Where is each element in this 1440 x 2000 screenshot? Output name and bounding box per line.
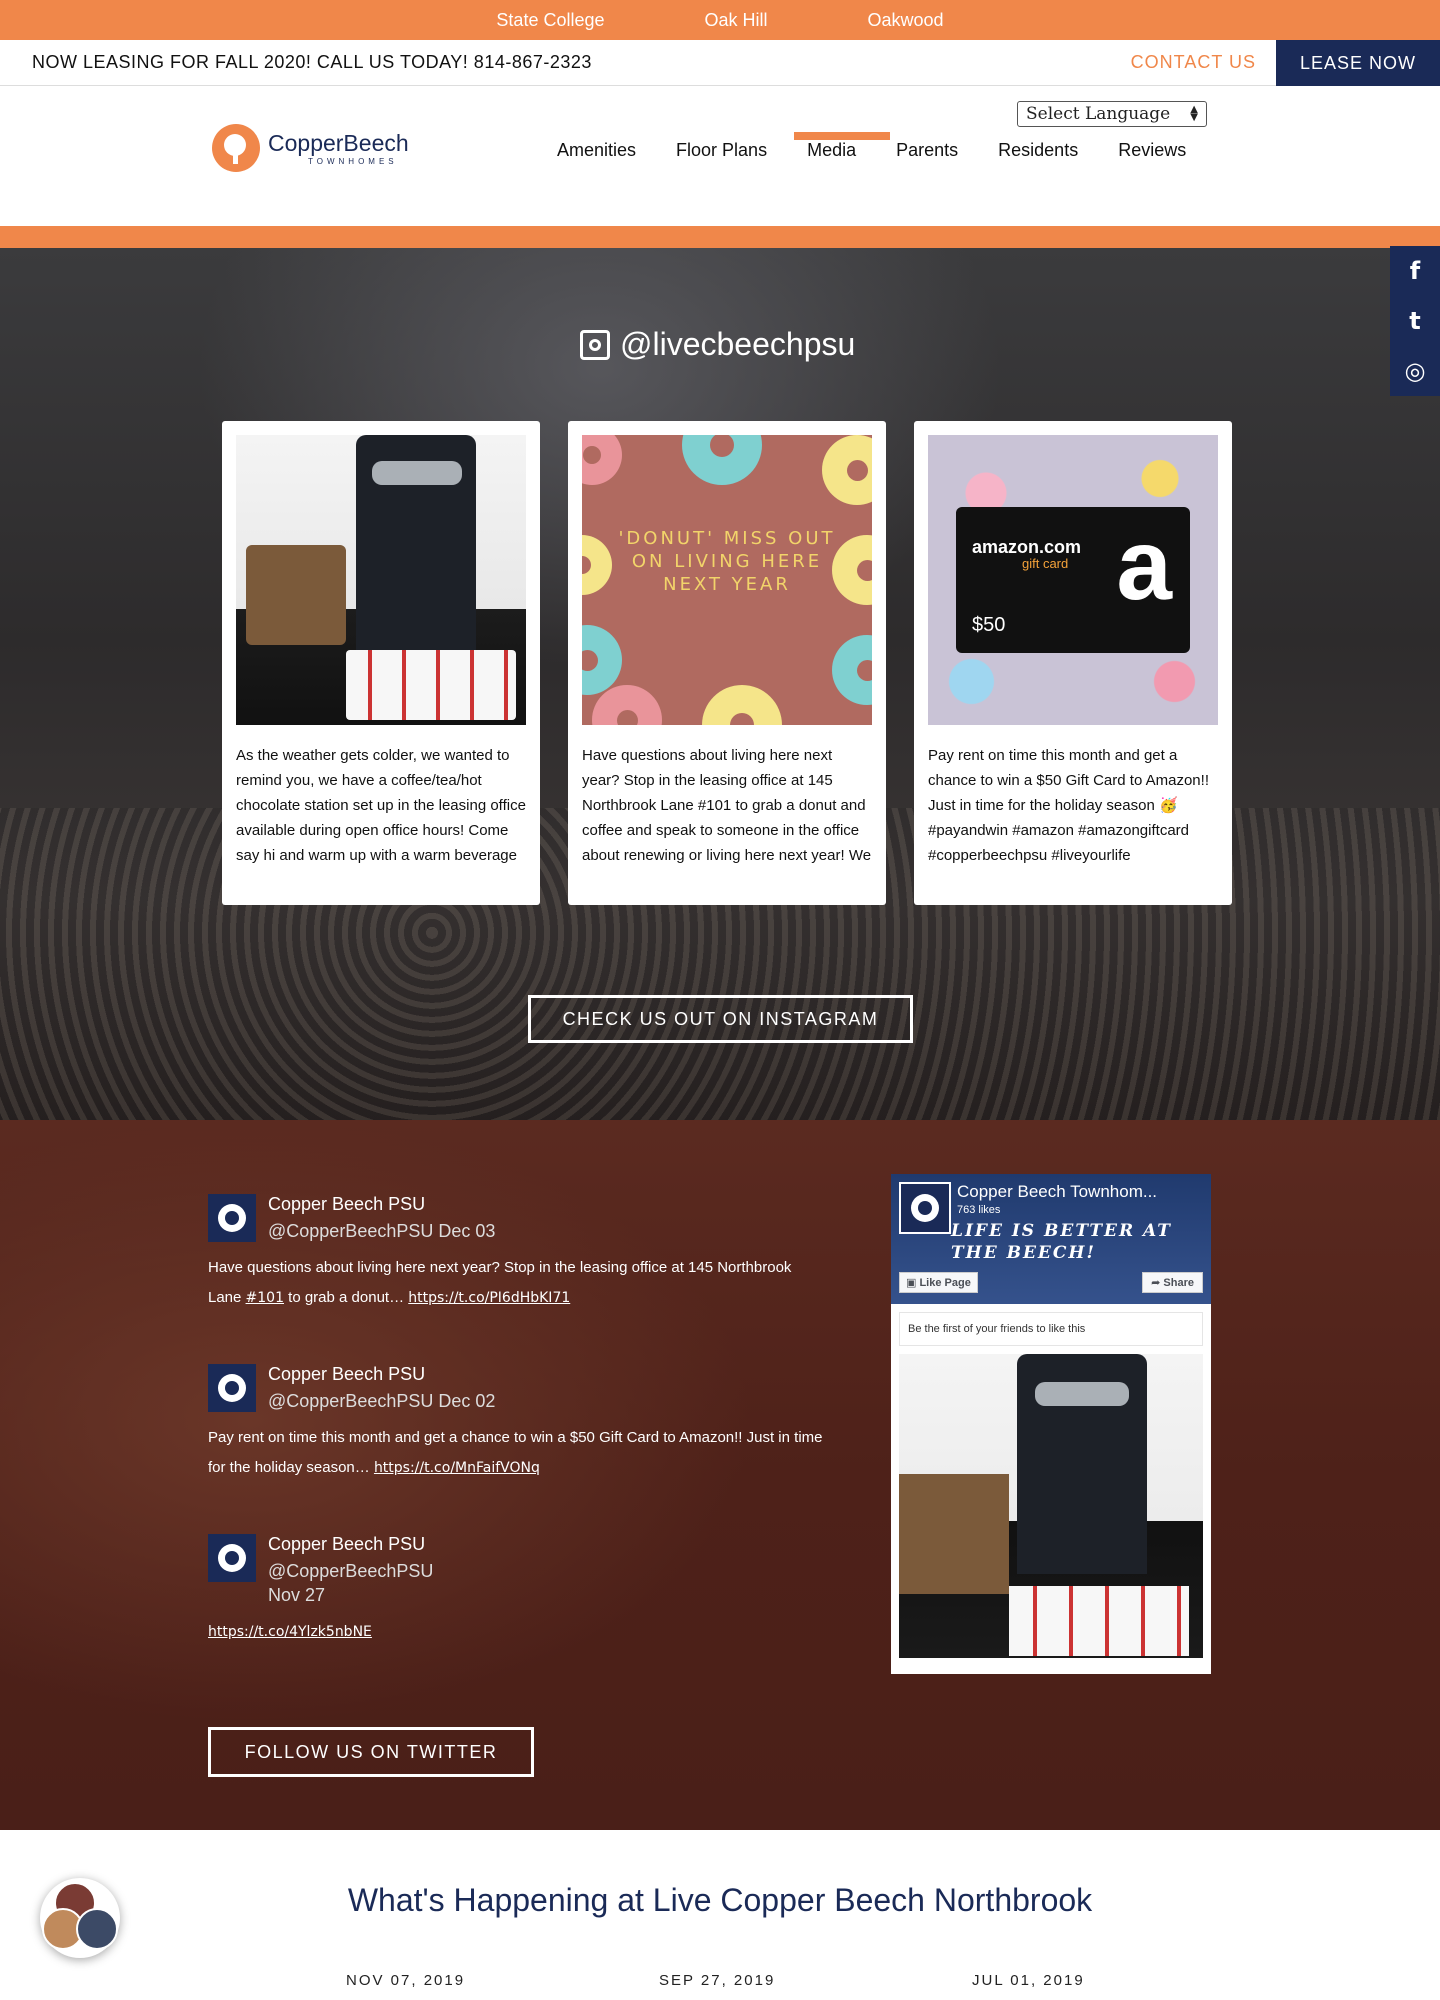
leasing-message: NOW LEASING FOR FALL 2020! CALL US TODAY… xyxy=(32,52,592,72)
tweet-date: Dec 02 xyxy=(438,1391,496,1411)
instagram-post-caption: Have questions about living here next ye… xyxy=(582,747,872,864)
instagram-post-caption: Pay rent on time this month and get a ch… xyxy=(928,747,1209,864)
facebook-like-count: 763 likes xyxy=(957,1204,1001,1216)
instagram-post[interactable]: amazon.com gift card a $50 Pay rent on ti… xyxy=(914,421,1232,905)
language-select-value: Select Language xyxy=(1026,104,1171,124)
twitter-section: Copper Beech PSU @CopperBeechPSU Dec 03 … xyxy=(0,1120,1440,1830)
main-nav: Amenities Floor Plans Media Parents Resi… xyxy=(557,140,1226,161)
instagram-handle-text: @livecbeechpsu xyxy=(620,326,856,362)
tweet-handle[interactable]: @CopperBeechPSU xyxy=(268,1391,433,1411)
event-date: JUL 01, 2019 xyxy=(972,1972,1085,1989)
instagram-cta-button[interactable]: CHECK US OUT ON INSTAGRAM xyxy=(528,995,913,1043)
tweet: Copper Beech PSU @CopperBeechPSU Dec 02 … xyxy=(208,1364,828,1483)
facebook-page-avatar[interactable] xyxy=(899,1182,951,1234)
avatar[interactable] xyxy=(208,1364,256,1412)
tweet-date: Nov 27 xyxy=(268,1585,326,1605)
tweet-author: Copper Beech PSU xyxy=(268,1534,426,1554)
tweet-hashtag[interactable]: #101 xyxy=(246,1290,284,1306)
facebook-page-widget: Copper Beech Townhom... 763 likes LIFE I… xyxy=(891,1174,1211,1674)
instagram-icon xyxy=(580,329,610,360)
facebook-cover-slogan: LIFE IS BETTER AT THE BEECH! xyxy=(951,1221,1172,1263)
logo-name: CopperBeech xyxy=(268,130,409,156)
location-link-oak-hill[interactable]: Oak Hill xyxy=(705,10,768,31)
instagram-icon[interactable]: ◎ xyxy=(1405,357,1426,385)
donut-graphic-image: 'DONUT' MISS OUT ON LIVING HERE NEXT YEA… xyxy=(582,435,872,725)
instagram-handle[interactable]: @livecbeechpsu xyxy=(580,326,855,363)
tweet-date: Dec 03 xyxy=(438,1221,496,1241)
header-divider xyxy=(0,226,1440,248)
tweet-author: Copper Beech PSU xyxy=(268,1364,426,1384)
nav-media[interactable]: Media xyxy=(807,140,856,161)
gift-card-brand: amazon.com xyxy=(972,537,1082,557)
tweet-handle[interactable]: @CopperBeechPSU xyxy=(268,1221,433,1241)
logo-subtitle: TOWNHOMES xyxy=(308,157,398,166)
tweet: Copper Beech PSU @CopperBeechPSU Dec 03 … xyxy=(208,1194,828,1313)
language-select[interactable]: Select Language ▲ ▼ xyxy=(1017,101,1207,127)
tweet: Copper Beech PSU @CopperBeechPSU Nov 27 … xyxy=(208,1534,828,1647)
tree-logo-icon xyxy=(212,124,260,172)
chat-widget-button[interactable] xyxy=(40,1878,120,1958)
select-arrows-icon: ▲ ▼ xyxy=(1190,104,1198,123)
twitter-follow-button[interactable]: FOLLOW US ON TWITTER xyxy=(208,1727,534,1777)
avatar[interactable] xyxy=(208,1534,256,1582)
facebook-page-title[interactable]: Copper Beech Townhom... xyxy=(957,1182,1157,1202)
gift-card-subtitle: gift card xyxy=(1022,556,1069,571)
location-bar: State College Oak Hill Oakwood xyxy=(0,0,1440,40)
like-icon: ▣ xyxy=(906,1277,920,1289)
facebook-cover: Copper Beech Townhom... 763 likes LIFE I… xyxy=(891,1174,1211,1304)
share-button-label: Share xyxy=(1163,1277,1194,1289)
nav-residents[interactable]: Residents xyxy=(998,140,1078,161)
gift-card: amazon.com gift card a $50 xyxy=(956,507,1190,653)
share-icon: ➦ xyxy=(1151,1277,1164,1289)
coffee-station-image xyxy=(236,435,526,725)
instagram-post[interactable]: 'DONUT' MISS OUT ON LIVING HERE NEXT YEA… xyxy=(568,421,886,905)
facebook-friends-note: Be the first of your friends to like thi… xyxy=(899,1312,1203,1346)
site-header: CopperBeech TOWNHOMES Select Language ▲ ▼… xyxy=(0,86,1440,226)
like-button-label: Like Page xyxy=(919,1277,971,1289)
gift-card-amount: $50 xyxy=(972,614,1006,636)
nav-amenities[interactable]: Amenities xyxy=(557,140,636,161)
event-date: NOV 07, 2019 xyxy=(346,1972,466,1989)
instagram-section: @livecbeechpsu As the weather gets colde… xyxy=(0,248,1440,1120)
nav-reviews[interactable]: Reviews xyxy=(1118,140,1186,161)
leasing-bar: NOW LEASING FOR FALL 2020! CALL US TODAY… xyxy=(0,40,1440,86)
avatar[interactable] xyxy=(208,1194,256,1242)
nav-active-indicator xyxy=(794,132,890,140)
facebook-icon[interactable]: f xyxy=(1410,257,1420,285)
instagram-post[interactable]: As the weather gets colder, we wanted to… xyxy=(222,421,540,905)
facebook-like-button[interactable]: ▣ Like Page xyxy=(899,1272,978,1293)
tweet-author: Copper Beech PSU xyxy=(268,1194,426,1214)
event-date: SEP 27, 2019 xyxy=(659,1972,776,1989)
tweet-handle[interactable]: @CopperBeechPSU xyxy=(268,1559,433,1583)
facebook-post-image[interactable] xyxy=(899,1354,1203,1658)
amazon-logo-icon: a xyxy=(1116,509,1172,621)
location-link-oakwood[interactable]: Oakwood xyxy=(868,10,944,31)
nav-floor-plans[interactable]: Floor Plans xyxy=(676,140,767,161)
donut-image-text: 'DONUT' MISS OUT ON LIVING HERE NEXT YEA… xyxy=(618,528,836,595)
lease-now-button[interactable]: LEASE NOW xyxy=(1276,40,1440,86)
twitter-icon[interactable]: t xyxy=(1409,307,1420,335)
contact-us-link[interactable]: CONTACT US xyxy=(1131,52,1256,73)
tweet-text: to grab a donut… xyxy=(284,1289,409,1306)
tweet-link[interactable]: https://t.co/4Ylzk5nbNE xyxy=(208,1624,372,1640)
events-heading: What's Happening at Live Copper Beech No… xyxy=(347,1882,1093,1918)
location-link-state-college[interactable]: State College xyxy=(496,10,604,31)
agent-avatar xyxy=(76,1908,118,1950)
tweet-link[interactable]: https://t.co/PI6dHbKI71 xyxy=(408,1290,570,1306)
instagram-post-caption: As the weather gets colder, we wanted to… xyxy=(236,747,526,864)
site-logo[interactable]: CopperBeech TOWNHOMES xyxy=(212,124,409,172)
nav-parents[interactable]: Parents xyxy=(896,140,958,161)
tweet-link[interactable]: https://t.co/MnFaifVONq xyxy=(374,1460,540,1476)
amazon-gift-card-image: amazon.com gift card a $50 xyxy=(928,435,1218,725)
facebook-share-button[interactable]: ➦ Share xyxy=(1142,1272,1203,1293)
social-sidebar: f t ◎ xyxy=(1390,246,1440,396)
